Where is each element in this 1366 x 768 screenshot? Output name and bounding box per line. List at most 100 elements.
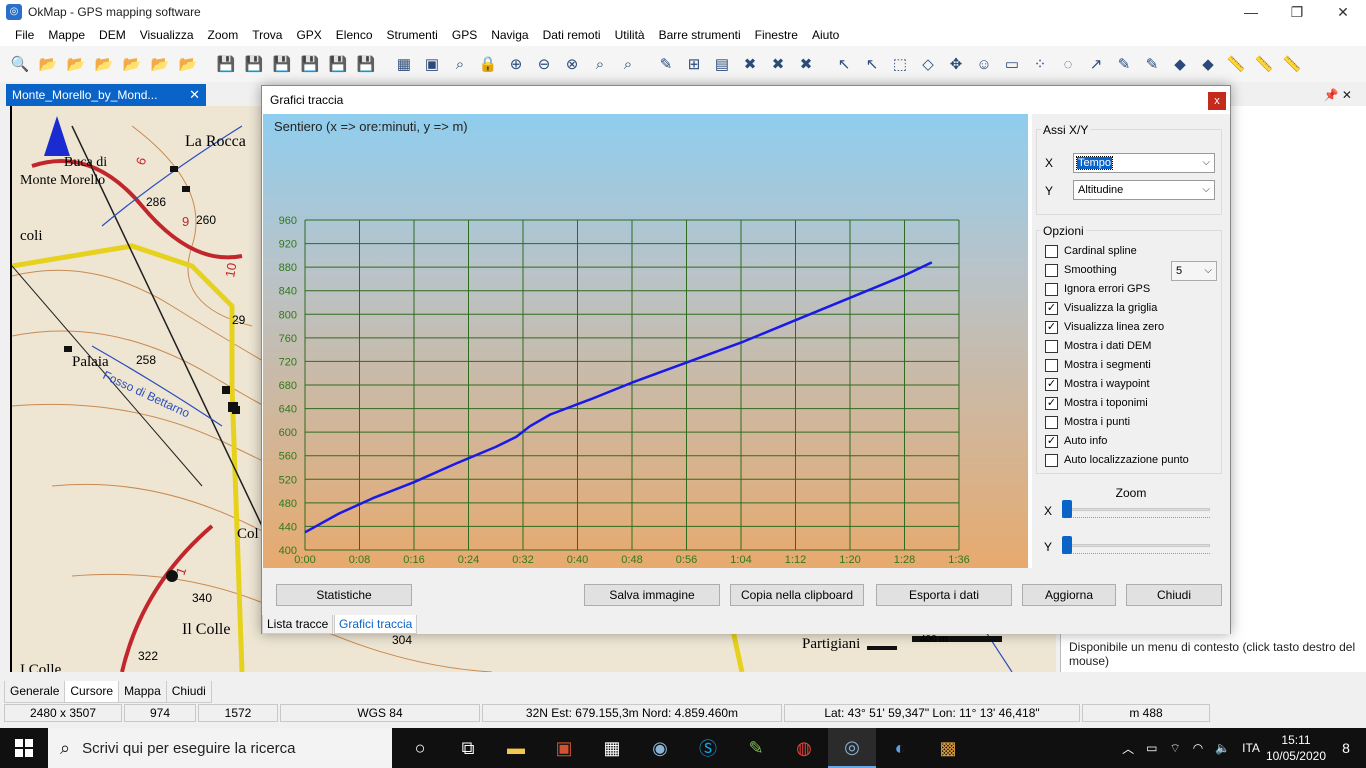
open-track-icon[interactable]: 📂 — [120, 52, 144, 76]
checkbox-unchecked-icon[interactable] — [1045, 244, 1058, 258]
pointer-icon[interactable]: ↖ — [832, 52, 856, 76]
menu-file[interactable]: File — [8, 24, 41, 46]
menu-visualizza[interactable]: Visualizza — [133, 24, 201, 46]
document-tab[interactable]: Monte_Morello_by_Mond... ✕ — [6, 84, 206, 106]
open-route-icon[interactable]: 📂 — [92, 52, 116, 76]
option-checkbox[interactable]: Smoothing — [1045, 262, 1117, 278]
checkbox-checked-icon[interactable]: ✓ — [1045, 434, 1058, 448]
ruler-icon[interactable]: 📏 — [1224, 52, 1248, 76]
menu-zoom[interactable]: Zoom — [201, 24, 246, 46]
checkbox-unchecked-icon[interactable] — [1045, 415, 1058, 429]
y-axis-select[interactable]: Altitudine ⌵ — [1073, 180, 1215, 200]
powerpoint-icon[interactable]: ▣ — [540, 728, 588, 768]
network-icon[interactable]: ⌔ — [1169, 741, 1180, 756]
add-point-icon[interactable]: ↖ — [860, 52, 884, 76]
notepad-icon[interactable]: ✎ — [732, 728, 780, 768]
tray-chevron-icon[interactable]: ︿ — [1122, 740, 1134, 757]
option-checkbox[interactable]: Mostra i segmenti — [1045, 357, 1151, 373]
layers-icon[interactable]: ▦ — [392, 52, 416, 76]
chart-panel[interactable]: Sentiero (x => ore:minuti, y => m) 0:00 0… — [263, 114, 1028, 568]
zoom-in-icon[interactable]: ⊕ — [504, 52, 528, 76]
open-gpx-icon[interactable]: 📂 — [64, 52, 88, 76]
remove-icon[interactable]: ✖ — [794, 52, 818, 76]
checkbox-checked-icon[interactable]: ✓ — [1045, 377, 1058, 391]
taskbar-search[interactable]: ⌕ Scrivi qui per eseguire la ricerca — [48, 728, 392, 768]
zoom-x-thumb[interactable] — [1062, 500, 1072, 518]
open-file-icon[interactable]: 📂 — [176, 52, 200, 76]
menu-utilita[interactable]: Utilità — [608, 24, 652, 46]
checkbox-checked-icon[interactable]: ✓ — [1045, 301, 1058, 315]
delete-point-icon[interactable]: ✖ — [738, 52, 762, 76]
smiley-icon[interactable]: ☺ — [972, 52, 996, 76]
zoom-area-icon[interactable]: ⊗ — [560, 52, 584, 76]
menu-strumenti[interactable]: Strumenti — [380, 24, 445, 46]
save-track-icon[interactable]: 💾 — [270, 52, 294, 76]
lock-icon[interactable]: 🔒 — [476, 52, 500, 76]
panel-pin-controls[interactable]: 📌 ✕ — [1324, 88, 1352, 102]
save-image-button[interactable]: Salva immagine — [584, 584, 720, 606]
task-view-icon[interactable]: ⧉ — [444, 728, 492, 768]
option-checkbox[interactable]: Auto localizzazione punto — [1045, 452, 1189, 468]
eraser-icon[interactable]: ◇ — [916, 52, 940, 76]
move-icon[interactable]: ✥ — [944, 52, 968, 76]
photo-editor-icon[interactable]: ▩ — [924, 728, 972, 768]
save-icon[interactable]: 💾 — [214, 52, 238, 76]
option-checkbox[interactable]: Mostra i dati DEM — [1045, 338, 1151, 354]
checkbox-unchecked-icon[interactable] — [1045, 453, 1058, 467]
menu-gps[interactable]: GPS — [445, 24, 484, 46]
track-circle-icon[interactable]: ◌ — [1056, 52, 1080, 76]
zoom-y-thumb[interactable] — [1062, 536, 1072, 554]
option-checkbox[interactable]: ✓ Auto info — [1045, 433, 1107, 449]
checkbox-unchecked-icon[interactable] — [1045, 358, 1058, 372]
calculator-icon[interactable]: ▦ — [588, 728, 636, 768]
menu-mappe[interactable]: Mappe — [41, 24, 92, 46]
tab-mappa[interactable]: Mappa — [118, 681, 167, 703]
clock[interactable]: 15:11 10/05/2020 — [1266, 732, 1326, 764]
edit-icon[interactable]: ✎ — [654, 52, 678, 76]
language-indicator[interactable]: ITA — [1242, 741, 1260, 755]
menu-gpx[interactable]: GPX — [289, 24, 328, 46]
zoom-1-1-icon[interactable]: ⌕ — [616, 52, 640, 76]
menu-aiuto[interactable]: Aiuto — [805, 24, 846, 46]
refresh-button[interactable]: Aggiorna — [1022, 584, 1116, 606]
menu-barre-strumenti[interactable]: Barre strumenti — [652, 24, 748, 46]
waypoint-icon[interactable]: ◆ — [1168, 52, 1192, 76]
zoom-x-slider[interactable] — [1062, 500, 1212, 520]
tab-generale[interactable]: Generale — [4, 681, 66, 703]
waypoint-move-icon[interactable]: ✎ — [1140, 52, 1164, 76]
export-data-button[interactable]: Esporta i dati — [876, 584, 1012, 606]
tab-chiudi[interactable]: Chiudi — [165, 681, 212, 703]
file-explorer-icon[interactable]: ▬ — [492, 728, 540, 768]
ruler-delete-icon[interactable]: 📏 — [1280, 52, 1304, 76]
magnifier-icon[interactable]: ⌕ — [448, 52, 472, 76]
menu-trova[interactable]: Trova — [245, 24, 289, 46]
zoom-y-slider[interactable] — [1062, 536, 1212, 556]
cortana-icon[interactable]: ○ — [396, 728, 444, 768]
route-point-icon[interactable]: ◆ — [1196, 52, 1220, 76]
dialog-close-button[interactable]: x — [1208, 92, 1226, 110]
smoothing-select[interactable]: 5 ⌵ — [1171, 261, 1217, 281]
elevation-chart[interactable]: 0:00 0:08 0:16 0:24 0:32 0:40 0:48 0:56 1:04 1:12… — [263, 114, 1028, 568]
garmin-icon[interactable]: ◐ — [876, 728, 924, 768]
maximize-button[interactable]: ❐ — [1274, 0, 1320, 24]
menu-naviga[interactable]: Naviga — [484, 24, 535, 46]
battery-icon[interactable]: ▭ — [1146, 741, 1157, 755]
save-waypoint-icon[interactable]: 💾 — [298, 52, 322, 76]
route-icon[interactable]: ↗ — [1084, 52, 1108, 76]
close-dialog-button[interactable]: Chiudi — [1126, 584, 1222, 606]
close-window-button[interactable]: ✕ — [1320, 0, 1366, 24]
save-all-icon[interactable]: 💾 — [326, 52, 350, 76]
option-checkbox[interactable]: Ignora errori GPS — [1045, 281, 1150, 297]
notification-center-icon[interactable]: 8 — [1326, 728, 1366, 768]
tab-lista-tracce[interactable]: Lista tracce — [262, 615, 334, 634]
checkbox-unchecked-icon[interactable] — [1045, 339, 1058, 353]
track-dots-icon[interactable]: ⁘ — [1028, 52, 1052, 76]
menu-dati-remoti[interactable]: Dati remoti — [536, 24, 608, 46]
windows-start-icon[interactable] — [0, 728, 48, 768]
label-icon[interactable]: ▭ — [1000, 52, 1024, 76]
checkbox-unchecked-icon[interactable] — [1045, 282, 1058, 296]
grid-icon[interactable]: ⊞ — [682, 52, 706, 76]
option-checkbox[interactable]: Cardinal spline — [1045, 243, 1137, 259]
minimize-button[interactable]: — — [1228, 0, 1274, 24]
menu-dem[interactable]: DEM — [92, 24, 133, 46]
